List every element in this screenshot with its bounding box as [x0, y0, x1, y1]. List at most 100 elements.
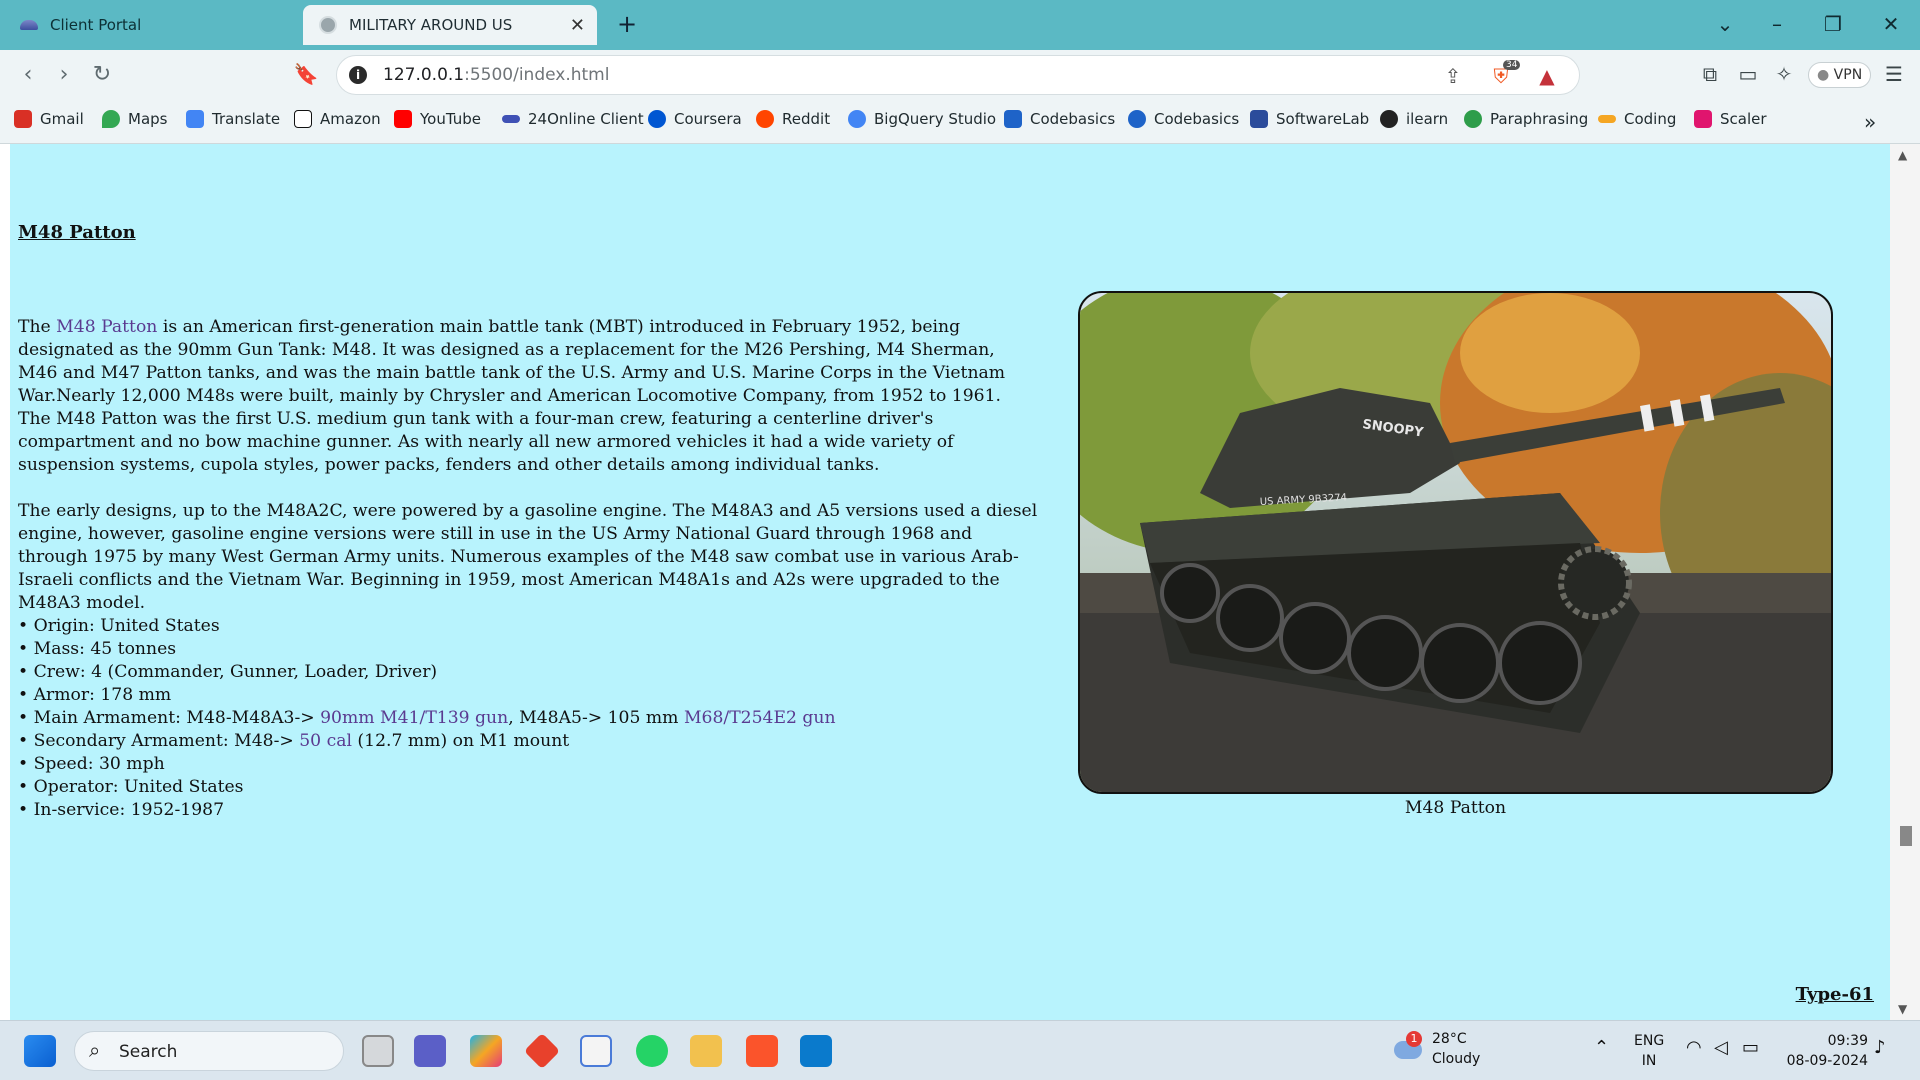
gmail-icon [14, 110, 32, 128]
close-tab-icon[interactable]: ✕ [570, 15, 585, 36]
youtube-icon [394, 110, 412, 128]
next-tank-link[interactable]: Type-61 [1796, 984, 1874, 1005]
wallet-icon[interactable]: ▭ [1734, 62, 1762, 86]
volume-icon[interactable]: ◁ [1714, 1037, 1728, 1058]
gun-90mm-link[interactable]: 90mm M41/T139 gun [320, 708, 508, 728]
translate-icon [186, 110, 204, 128]
tab-search-chevron-icon[interactable]: ⌄ [1710, 12, 1740, 36]
bookmark-maps[interactable]: Maps [102, 110, 167, 128]
spec-armor: • Armor: 178 mm [18, 685, 172, 705]
anydesk-icon[interactable] [523, 1032, 561, 1070]
brave-rewards-icon[interactable]: ▲ [1533, 64, 1561, 88]
cal-50-link[interactable]: 50 cal [299, 731, 352, 751]
leo-ai-icon[interactable]: ✧ [1770, 62, 1798, 86]
page-content: M48 Patton The M48 Patton is an American… [10, 144, 1890, 1020]
bookmark-amazon[interactable]: Amazon [294, 110, 381, 128]
coding-icon [1598, 115, 1616, 123]
site-info-icon[interactable]: i [349, 66, 367, 84]
bookmark-ilearn[interactable]: ilearn [1380, 110, 1448, 128]
vpn-button[interactable]: ● VPN [1808, 62, 1872, 88]
share-icon[interactable]: ⇪ [1439, 64, 1467, 88]
bookmark-bigquery[interactable]: BigQuery Studio [848, 110, 996, 128]
forward-icon[interactable]: › [50, 62, 78, 87]
bookmark-codebasics-2[interactable]: Codebasics [1128, 110, 1239, 128]
history-paragraph: The early designs, up to the M48A2C, wer… [18, 501, 1038, 613]
globe-favicon-icon [319, 16, 337, 34]
spec-crew: • Crew: 4 (Commander, Gunner, Loader, Dr… [18, 662, 438, 682]
minimize-icon[interactable]: – [1762, 12, 1792, 36]
scroll-thumb[interactable] [1900, 826, 1912, 846]
bookmark-reddit[interactable]: Reddit [756, 110, 830, 128]
bookmark-gmail[interactable]: Gmail [14, 110, 84, 128]
drive-sprocket [1558, 546, 1632, 620]
vscode-icon[interactable] [800, 1035, 832, 1067]
file-explorer-icon[interactable] [690, 1035, 722, 1067]
page-scrollbar[interactable]: ▲ ▼ [1890, 144, 1920, 1020]
spec-main-armament: • Main Armament: M48-M48A3-> 90mm M41/T1… [18, 708, 836, 728]
tab-client-portal[interactable]: Client Portal [10, 5, 280, 45]
taskbar-search[interactable]: ⌕ Search [74, 1031, 344, 1071]
weather-widget[interactable]: 1 28°C Cloudy [1390, 1029, 1530, 1073]
store-icon[interactable] [580, 1035, 612, 1067]
brave-browser-icon[interactable] [746, 1035, 778, 1067]
task-view-icon[interactable] [362, 1035, 394, 1067]
taskbar: ⌕ Search 1 28°C Cloudy ⌃ ENG IN ◠ ◁ ▭ 09… [0, 1020, 1920, 1080]
spec-in-service: • In-service: 1952-1987 [18, 800, 225, 820]
bookmark-coding[interactable]: Coding [1598, 110, 1676, 128]
maps-icon [102, 110, 120, 128]
teams-icon[interactable] [414, 1035, 446, 1067]
paraphrasing-icon [1464, 110, 1482, 128]
back-icon[interactable]: ‹ [14, 62, 42, 87]
codebasics-icon [1128, 110, 1146, 128]
spec-list: • Origin: United States • Mass: 45 tonne… [18, 615, 1038, 822]
bookmark-youtube[interactable]: YouTube [394, 110, 481, 128]
spec-mass: • Mass: 45 tonnes [18, 639, 177, 659]
bookmark-paraphrasing[interactable]: Paraphrasing [1464, 110, 1588, 128]
vpn-status-icon: ● [1817, 67, 1830, 83]
more-bookmarks-icon[interactable]: » [1864, 110, 1876, 134]
copilot-icon[interactable] [470, 1035, 502, 1067]
softwarelab-icon [1250, 110, 1268, 128]
bookmark-translate[interactable]: Translate [186, 110, 280, 128]
article-text: The M48 Patton is an American first-gene… [18, 316, 1038, 822]
road-wheel [1498, 621, 1582, 705]
scroll-up-icon[interactable]: ▲ [1898, 148, 1907, 162]
tree-orange [1460, 293, 1640, 413]
road-wheel [1279, 602, 1351, 674]
search-label: Search [119, 1042, 178, 1062]
tab-military-around-us[interactable]: MILITARY AROUND US ✕ [303, 5, 597, 45]
new-tab-icon[interactable]: + [612, 10, 642, 38]
restore-icon[interactable]: ❐ [1818, 12, 1848, 36]
url-text[interactable]: 127.0.0.1:5500/index.html [383, 65, 609, 85]
reload-icon[interactable]: ↻ [88, 62, 116, 87]
bookmarks-bar: Gmail Maps Translate Amazon YouTube 24On… [0, 100, 1920, 144]
bookmark-24online[interactable]: 24Online Client [502, 110, 644, 128]
language-indicator[interactable]: ENG IN [1634, 1031, 1664, 1071]
bookmark-codebasics-1[interactable]: Codebasics [1004, 110, 1115, 128]
coursera-icon [648, 110, 666, 128]
bookmark-scaler[interactable]: Scaler [1694, 110, 1767, 128]
windows-start-icon[interactable] [24, 1035, 56, 1067]
whatsapp-icon[interactable] [636, 1035, 668, 1067]
notification-bell-icon[interactable]: ♪ [1874, 1037, 1886, 1058]
24online-icon [502, 115, 520, 123]
scroll-down-icon[interactable]: ▼ [1898, 1002, 1907, 1016]
extensions-icon[interactable]: ⧉ [1696, 62, 1724, 86]
weather-temp: 28°C [1432, 1031, 1467, 1047]
bookmark-page-icon[interactable]: 🔖 [292, 62, 320, 86]
window-close-icon[interactable]: ✕ [1876, 12, 1906, 36]
m48-patton-link[interactable]: M48 Patton [56, 317, 157, 337]
bookmark-coursera[interactable]: Coursera [648, 110, 742, 128]
show-hidden-icons-chevron-icon[interactable]: ⌃ [1594, 1037, 1609, 1058]
address-bar[interactable]: i 127.0.0.1:5500/index.html ⇪ ⛨ 34 ▲ [336, 55, 1580, 95]
gun-105mm-link[interactable]: M68/T254E2 gun [684, 708, 836, 728]
wifi-icon[interactable]: ◠ [1686, 1037, 1702, 1058]
spec-origin: • Origin: United States [18, 616, 220, 636]
bookmark-softwarelab[interactable]: SoftwareLab [1250, 110, 1369, 128]
clock[interactable]: 09:39 08-09-2024 [1772, 1031, 1868, 1071]
ilearn-icon [1380, 110, 1398, 128]
battery-icon[interactable]: ▭ [1742, 1037, 1759, 1058]
road-wheel [1160, 563, 1220, 623]
menu-icon[interactable]: ☰ [1880, 62, 1908, 86]
amazon-icon [294, 110, 312, 128]
